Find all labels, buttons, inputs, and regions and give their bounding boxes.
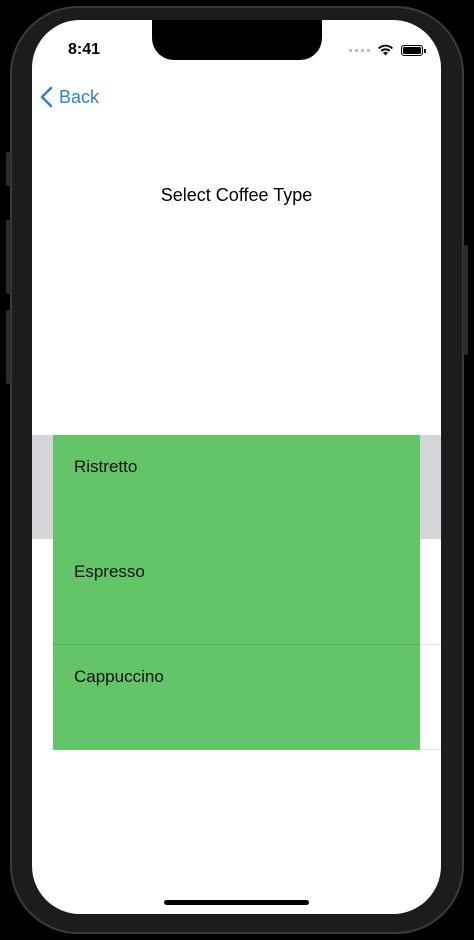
- volume-up-button: [6, 220, 11, 294]
- status-time: 8:41: [68, 41, 101, 58]
- option-espresso[interactable]: Espresso: [53, 540, 420, 645]
- option-ristretto[interactable]: Ristretto: [53, 435, 420, 540]
- home-indicator[interactable]: [164, 900, 309, 905]
- page-title: Select Coffee Type: [160, 185, 313, 205]
- notch: [152, 20, 322, 60]
- device-frame: 8:41 Back Select Coffee Type Ristretto E…: [0, 0, 474, 940]
- battery-icon: [401, 44, 426, 56]
- mute-switch: [6, 152, 11, 186]
- back-button-label: Back: [59, 86, 100, 107]
- app-screen: 8:41 Back Select Coffee Type Ristretto E…: [32, 20, 441, 914]
- option-cappuccino[interactable]: Cappuccino: [53, 645, 420, 750]
- cellular-signal-icon: [349, 48, 370, 52]
- volume-down-button: [6, 310, 11, 384]
- status-icons: [349, 44, 426, 56]
- power-button: [463, 245, 468, 355]
- back-button[interactable]: Back: [40, 86, 99, 108]
- option-label: Cappuccino: [74, 667, 164, 686]
- chevron-left-icon: [40, 86, 53, 108]
- option-label: Ristretto: [74, 457, 138, 476]
- wifi-icon: [378, 44, 393, 56]
- option-label: Espresso: [74, 562, 145, 581]
